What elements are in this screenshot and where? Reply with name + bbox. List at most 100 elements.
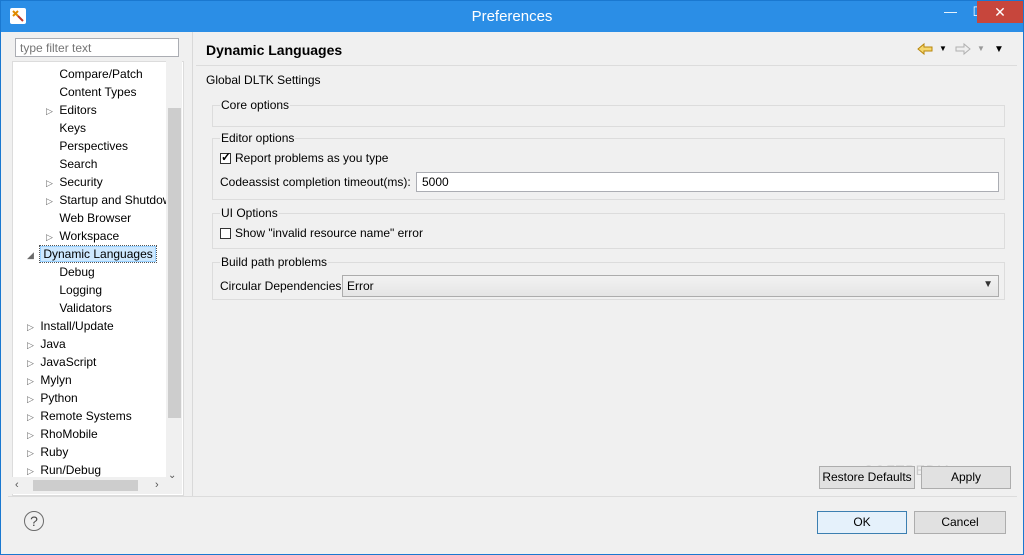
tree-item[interactable]: ▷ Editors xyxy=(46,101,97,119)
expand-icon[interactable]: ▷ xyxy=(27,390,37,408)
tree-item[interactable]: ▷ Remote Systems xyxy=(27,407,132,425)
scroll-right-icon[interactable]: › xyxy=(155,479,159,491)
scrollbar-thumb[interactable] xyxy=(168,108,181,418)
tree-item[interactable]: ▷ Workspace xyxy=(46,227,119,245)
preferences-window: Preferences — ☐ ✕ Compare/Patch Content … xyxy=(0,0,1024,555)
invalid-resource-label: Show "invalid resource name" error xyxy=(235,226,423,240)
tree-item-label: Ruby xyxy=(40,445,69,459)
tree-item-label: Mylyn xyxy=(40,373,72,387)
page-title: Dynamic Languages xyxy=(206,42,343,58)
tree-item[interactable]: ▷ Java xyxy=(27,335,66,353)
title-bar: Preferences — ☐ ✕ xyxy=(1,1,1023,32)
tree-item-label: Remote Systems xyxy=(40,409,132,423)
apply-button[interactable]: Apply xyxy=(921,466,1011,489)
tree-item[interactable]: Logging xyxy=(46,281,102,299)
expand-icon[interactable]: ▷ xyxy=(46,102,56,120)
tree-item[interactable]: Search xyxy=(46,155,97,173)
back-dropdown-icon[interactable]: ▼ xyxy=(939,44,947,60)
dialog-body: Compare/Patch Content Types▷ Editors Key… xyxy=(8,32,1017,549)
expand-icon[interactable]: ▷ xyxy=(27,336,37,354)
tree-item[interactable]: Debug xyxy=(46,263,95,281)
tree-item[interactable]: ▷ RhoMobile xyxy=(27,425,98,443)
ok-button[interactable]: OK xyxy=(817,511,907,534)
ui-options-label: UI Options xyxy=(220,206,279,220)
tree-item-label: Dynamic Languages xyxy=(39,245,157,263)
panel-divider[interactable] xyxy=(192,32,193,496)
tree-item[interactable]: Perspectives xyxy=(46,137,128,155)
global-settings-label: Global DLTK Settings xyxy=(206,73,321,87)
close-button[interactable]: ✕ xyxy=(977,1,1023,23)
tree-item-label: Keys xyxy=(59,121,87,135)
tree-item[interactable]: ▷ Security xyxy=(46,173,103,191)
expand-icon[interactable]: ▷ xyxy=(27,318,37,336)
tree-item[interactable]: Content Types xyxy=(46,83,137,101)
tree-item[interactable]: ◢ Dynamic Languages xyxy=(27,245,157,264)
filter-input[interactable] xyxy=(15,38,179,57)
help-icon[interactable]: ? xyxy=(24,511,44,531)
tree-item[interactable]: Keys xyxy=(46,119,86,137)
scroll-down-icon[interactable]: ⌄ xyxy=(168,470,176,481)
tree-item[interactable]: ▷ Startup and Shutdow xyxy=(46,191,171,209)
editor-options-label: Editor options xyxy=(220,131,296,145)
scrollbar-thumb[interactable] xyxy=(33,480,138,491)
tree-item[interactable]: Web Browser xyxy=(46,209,131,227)
tree-item-label: Search xyxy=(59,157,98,171)
expand-icon[interactable]: ▷ xyxy=(27,408,37,426)
tree-item[interactable]: ▷ Mylyn xyxy=(27,371,72,389)
forward-arrow-icon[interactable] xyxy=(955,42,971,58)
timeout-input[interactable]: 5000 xyxy=(416,172,999,192)
expand-icon[interactable]: ▷ xyxy=(27,444,37,462)
expand-icon[interactable]: ▷ xyxy=(46,228,56,246)
tree-item-label: Validators xyxy=(59,301,112,315)
tree-item-label: Run/Debug xyxy=(40,463,102,477)
tree-item-label: Perspectives xyxy=(59,139,129,153)
tree-item[interactable]: Validators xyxy=(46,299,112,317)
tree-item[interactable]: Compare/Patch xyxy=(46,65,143,83)
tree-item-label: Python xyxy=(40,391,78,405)
scroll-left-icon[interactable]: ‹ xyxy=(15,479,19,491)
circular-dependencies-value: Error xyxy=(347,279,374,293)
tree-horizontal-scrollbar[interactable]: ‹ › xyxy=(12,477,166,494)
tree-item-label: Web Browser xyxy=(59,211,132,225)
expand-icon[interactable]: ▷ xyxy=(46,174,56,192)
tree-item-label: Debug xyxy=(59,265,95,279)
report-problems-label: Report problems as you type xyxy=(235,151,389,165)
tree-item-label: Install/Update xyxy=(40,319,114,333)
expand-icon[interactable]: ▷ xyxy=(27,372,37,390)
timeout-label: Codeassist completion timeout(ms): xyxy=(220,175,411,189)
footer-separator xyxy=(8,496,1017,497)
tree-item-label: Compare/Patch xyxy=(59,67,143,81)
expand-icon[interactable]: ▷ xyxy=(27,426,37,444)
tree-item-label: Java xyxy=(40,337,66,351)
collapse-icon[interactable]: ◢ xyxy=(27,246,37,264)
header-separator xyxy=(196,65,1017,66)
core-options-label: Core options xyxy=(220,98,291,112)
tree-item-label: Workspace xyxy=(59,229,120,243)
back-arrow-icon[interactable] xyxy=(917,42,933,58)
restore-defaults-button[interactable]: Restore Defaults xyxy=(819,466,915,489)
cancel-button[interactable]: Cancel xyxy=(914,511,1006,534)
tree-item-label: Security xyxy=(59,175,103,189)
circular-dependencies-label: Circular Dependencies xyxy=(220,279,342,293)
preferences-tree[interactable]: Compare/Patch Content Types ▷ Editors Key… xyxy=(12,61,184,496)
report-problems-checkbox[interactable] xyxy=(220,150,231,164)
tree-item-label: Startup and Shutdow xyxy=(59,193,172,207)
tree-item-label: Editors xyxy=(59,103,97,117)
invalid-resource-checkbox[interactable] xyxy=(220,228,231,239)
tree-item[interactable]: ▷ JavaScript xyxy=(27,353,96,371)
tree-item[interactable]: ▷ Install/Update xyxy=(27,317,114,335)
expand-icon[interactable]: ▷ xyxy=(27,354,37,372)
forward-dropdown-icon[interactable]: ▼ xyxy=(977,44,985,60)
circular-dependencies-select[interactable]: Error ▼ xyxy=(342,275,999,297)
tree-item-label: RhoMobile xyxy=(40,427,98,441)
core-options-group xyxy=(212,105,1005,127)
view-menu-icon[interactable]: ▼ xyxy=(994,44,1004,60)
tree-item-label: Content Types xyxy=(59,85,137,99)
chevron-down-icon: ▼ xyxy=(983,279,993,290)
minimize-button[interactable]: — xyxy=(936,1,965,23)
tree-item-label: JavaScript xyxy=(40,355,97,369)
expand-icon[interactable]: ▷ xyxy=(46,192,56,210)
tree-vertical-scrollbar[interactable]: ⌄ xyxy=(166,61,182,494)
tree-item[interactable]: ▷ Python xyxy=(27,389,78,407)
tree-item[interactable]: ▷ Ruby xyxy=(27,443,68,461)
